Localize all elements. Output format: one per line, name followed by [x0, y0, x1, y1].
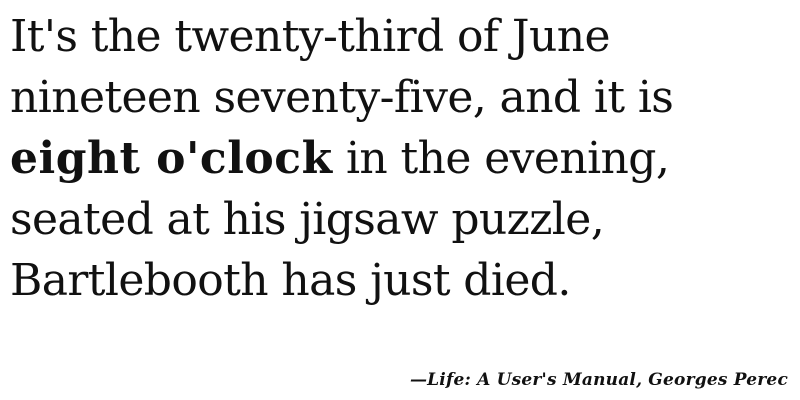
quote-line-3: eight o'clock in the evening,	[10, 128, 673, 189]
quote-line-5: Bartlebooth has just died.	[10, 255, 571, 306]
quote-emphasis: eight o'clock	[10, 133, 333, 184]
quote-line-2: nineteen seventy-five, and it is	[10, 72, 674, 123]
quote-line-4: seated at his jigsaw puzzle,	[10, 194, 605, 245]
quote-line-1: It's the twenty-third of June	[10, 11, 610, 62]
attribution: —Life: A User's Manual, Georges Perec	[409, 370, 788, 390]
quote-block: It's the twenty-third of June nineteen s…	[10, 6, 674, 311]
quote-line-3-rest: in the evening,	[332, 133, 670, 184]
